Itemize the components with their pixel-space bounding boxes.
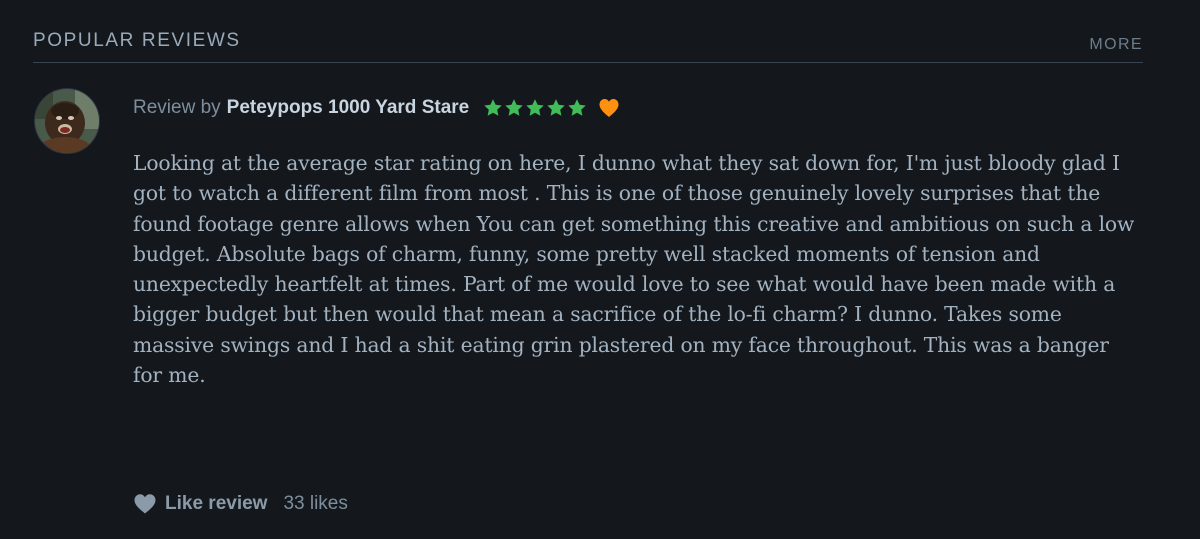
section-header: POPULAR REVIEWS MORE [33, 28, 1143, 63]
star-rating [483, 98, 588, 118]
liked-heart-icon [599, 99, 619, 117]
section-title: POPULAR REVIEWS [33, 30, 241, 51]
star-icon [526, 99, 544, 116]
likes-count[interactable]: 33 likes [283, 493, 347, 515]
star-icon [505, 99, 523, 116]
reviewer-username-link[interactable]: Peteypops 1000 Yard Stare [227, 97, 470, 119]
review-footer: Like review 33 likes [133, 490, 348, 518]
byline-prefix: Review by [133, 97, 221, 118]
avatar[interactable] [34, 88, 100, 154]
like-review-button[interactable]: Like review [133, 493, 267, 515]
popular-reviews-panel: POPULAR REVIEWS MORE Review by Peteypops… [0, 0, 1200, 539]
star-icon [547, 99, 565, 116]
star-icon [484, 99, 502, 116]
avatar-image [35, 89, 99, 153]
like-review-label: Like review [165, 493, 268, 514]
review-text: Looking at the average star rating on he… [133, 151, 1135, 388]
star-icon [568, 99, 586, 116]
heart-icon [134, 494, 156, 514]
review-byline: Review by Peteypops 1000 Yard Stare [133, 94, 620, 122]
more-link[interactable]: MORE [1089, 36, 1143, 54]
